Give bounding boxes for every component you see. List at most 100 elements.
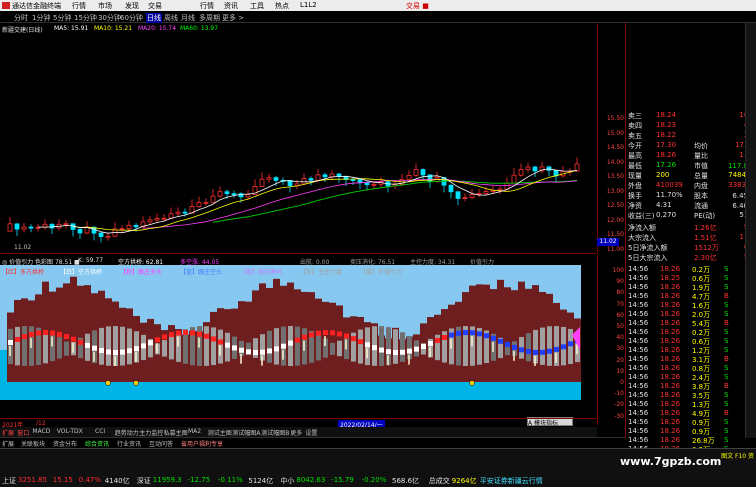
period-tab[interactable]: 1分钟 (32, 13, 50, 23)
tick-price: 18.26 (660, 328, 681, 336)
flow-value: 1512万 (694, 244, 719, 252)
control-bar (204, 326, 209, 366)
quote-label: PE(动) (694, 212, 716, 220)
index-pct: 0.47% (78, 476, 102, 484)
menu-item[interactable]: 热点 (275, 1, 289, 11)
tick-price: 18.26 (660, 373, 681, 381)
indicator-chart[interactable] (0, 265, 597, 417)
candle-body (245, 194, 251, 198)
tick-row: 14:56 18.25 0.6万 S (626, 274, 756, 283)
menu-item[interactable]: L1L2 (300, 1, 317, 9)
period-tab[interactable]: 60分钟 (120, 13, 143, 23)
app-name: 通达信金融终端 (12, 2, 61, 10)
scrollbar[interactable] (745, 23, 756, 438)
pressure-bar (504, 287, 511, 382)
arch-mark (344, 333, 349, 339)
indicator-tab[interactable]: MA2 (188, 428, 201, 435)
menu-item[interactable]: 交易 (148, 1, 162, 11)
indicator-tab[interactable]: 主力监控 (139, 428, 163, 437)
indicator-tick: 50 (616, 323, 624, 330)
candle-body (217, 191, 223, 197)
menu-item[interactable]: 发现 (125, 1, 139, 11)
indicator-tab[interactable]: 窗口 (17, 428, 29, 437)
arch-mark (148, 340, 153, 346)
candle-body (413, 169, 419, 176)
control-bar (295, 326, 300, 366)
indicator-tab[interactable]: 测试主图 (208, 428, 232, 437)
indicator-tab[interactable]: 测试幅图B (261, 428, 289, 437)
period-tab[interactable]: 30分钟 (98, 13, 121, 23)
menu-item[interactable]: 行情 (200, 1, 214, 11)
quote-row: 现量 200 总量 748423 (626, 171, 756, 180)
candle-body (406, 174, 412, 180)
arch-mark (358, 339, 363, 345)
tick-side: S (724, 265, 729, 273)
tick-time: 14:56 (628, 382, 649, 390)
menu-item[interactable]: 工具 (250, 1, 264, 11)
tick-row: 14:56 18.26 2.0万 S (626, 310, 756, 319)
tick-price: 18.26 (660, 382, 681, 390)
candle-body (14, 223, 20, 230)
arch-mark (484, 333, 489, 339)
period-tab[interactable]: 15分钟 (74, 13, 97, 23)
control-bar (400, 332, 405, 362)
arch-mark (400, 349, 405, 355)
indicator-tab[interactable]: 趋势动力 (115, 428, 139, 437)
kline-title: 新疆交建(日线) (2, 27, 43, 34)
candle-body (224, 191, 230, 195)
menu-item[interactable]: 资讯 (224, 1, 238, 11)
period-toolbar: 分时 1分钟 5分钟 15分钟 30分钟 60分钟 日线 周线 月线 多周期 更… (0, 11, 756, 23)
arch-mark (183, 330, 188, 336)
info-tab[interactable]: 综合资讯 (85, 439, 109, 448)
indicator-tab[interactable]: 设置 (305, 428, 317, 437)
menu-item[interactable]: 市场 (98, 1, 112, 11)
info-tab[interactable]: 扩展 (2, 439, 14, 448)
arch-mark (295, 337, 300, 343)
candle-body (126, 225, 132, 230)
info-tab[interactable]: 省用户福利专享 (181, 439, 223, 448)
indicator-tick: 60 (616, 311, 624, 319)
arch-mark (50, 330, 55, 336)
tick-price: 18.26 (660, 292, 681, 300)
indicator-tab[interactable]: 更多 (290, 428, 302, 437)
indicator-axis: 100 90 80 70 60 50 40 30 20 10 0 -10 -20 -30 (597, 255, 625, 425)
menu-item[interactable]: 行情 (72, 1, 86, 11)
quote-value: 18.22 (656, 131, 677, 139)
info-tab[interactable]: 关联板块 (21, 439, 45, 448)
indicator-tab[interactable]: 私募主图 (164, 428, 188, 437)
arch-mark (43, 330, 48, 336)
arch-mark (421, 344, 426, 350)
period-tab[interactable]: 更多 > (222, 13, 244, 23)
tick-row: 14:56 18.26 4.9万 B (626, 409, 756, 418)
info-tab[interactable]: 行业资讯 (117, 439, 141, 448)
quote-value: 4.31 (656, 201, 672, 209)
ma10-label: MA10: 15.21 (94, 25, 133, 32)
period-tab[interactable]: 周线 (164, 13, 178, 23)
kline-chart[interactable]: 11.02 (0, 23, 597, 253)
index-name: 上证 (2, 477, 16, 485)
info-tab[interactable]: 资金分布 (53, 439, 77, 448)
quote-value: 18.23 (656, 121, 677, 129)
indicator-tab[interactable]: CCI (95, 428, 105, 435)
arch-mark (372, 345, 377, 351)
period-tab[interactable]: 5分钟 (53, 13, 71, 23)
control-bar (15, 326, 20, 366)
trade-button[interactable]: 交易 ■ (406, 1, 429, 11)
tick-side: B (724, 382, 729, 390)
candle-body (476, 192, 482, 195)
indicator-tab[interactable]: 测试幅图A (232, 428, 260, 437)
f10-link[interactable]: 图文 F10 资 (721, 451, 754, 460)
indicator-tab[interactable]: 扩展 (2, 428, 14, 437)
arch-mark (22, 334, 27, 340)
indicator-tab[interactable]: VOL-TDX (57, 428, 83, 435)
period-tab[interactable]: 分时 (14, 13, 28, 23)
period-tab[interactable]: 月线 (181, 13, 195, 23)
indicator-tick: 10 (616, 367, 624, 375)
period-tab[interactable]: 多周期 (199, 13, 220, 23)
indicator-tab[interactable]: MACD (32, 428, 50, 435)
period-tab-active[interactable]: 日线 (146, 13, 162, 23)
candle-body (182, 211, 188, 214)
indicator-tabs: 扩展 窗口 MACD VOL-TDX CCI 趋势动力 主力监控 私募主图 MA2 测试主图 测试幅… (0, 427, 597, 437)
info-tab[interactable]: 互动问答 (149, 439, 173, 448)
menu-bar: 通达信金融终端 行情 市场 发现 交易 行情 资讯 工具 热点 L1L2 交易 … (0, 0, 756, 11)
